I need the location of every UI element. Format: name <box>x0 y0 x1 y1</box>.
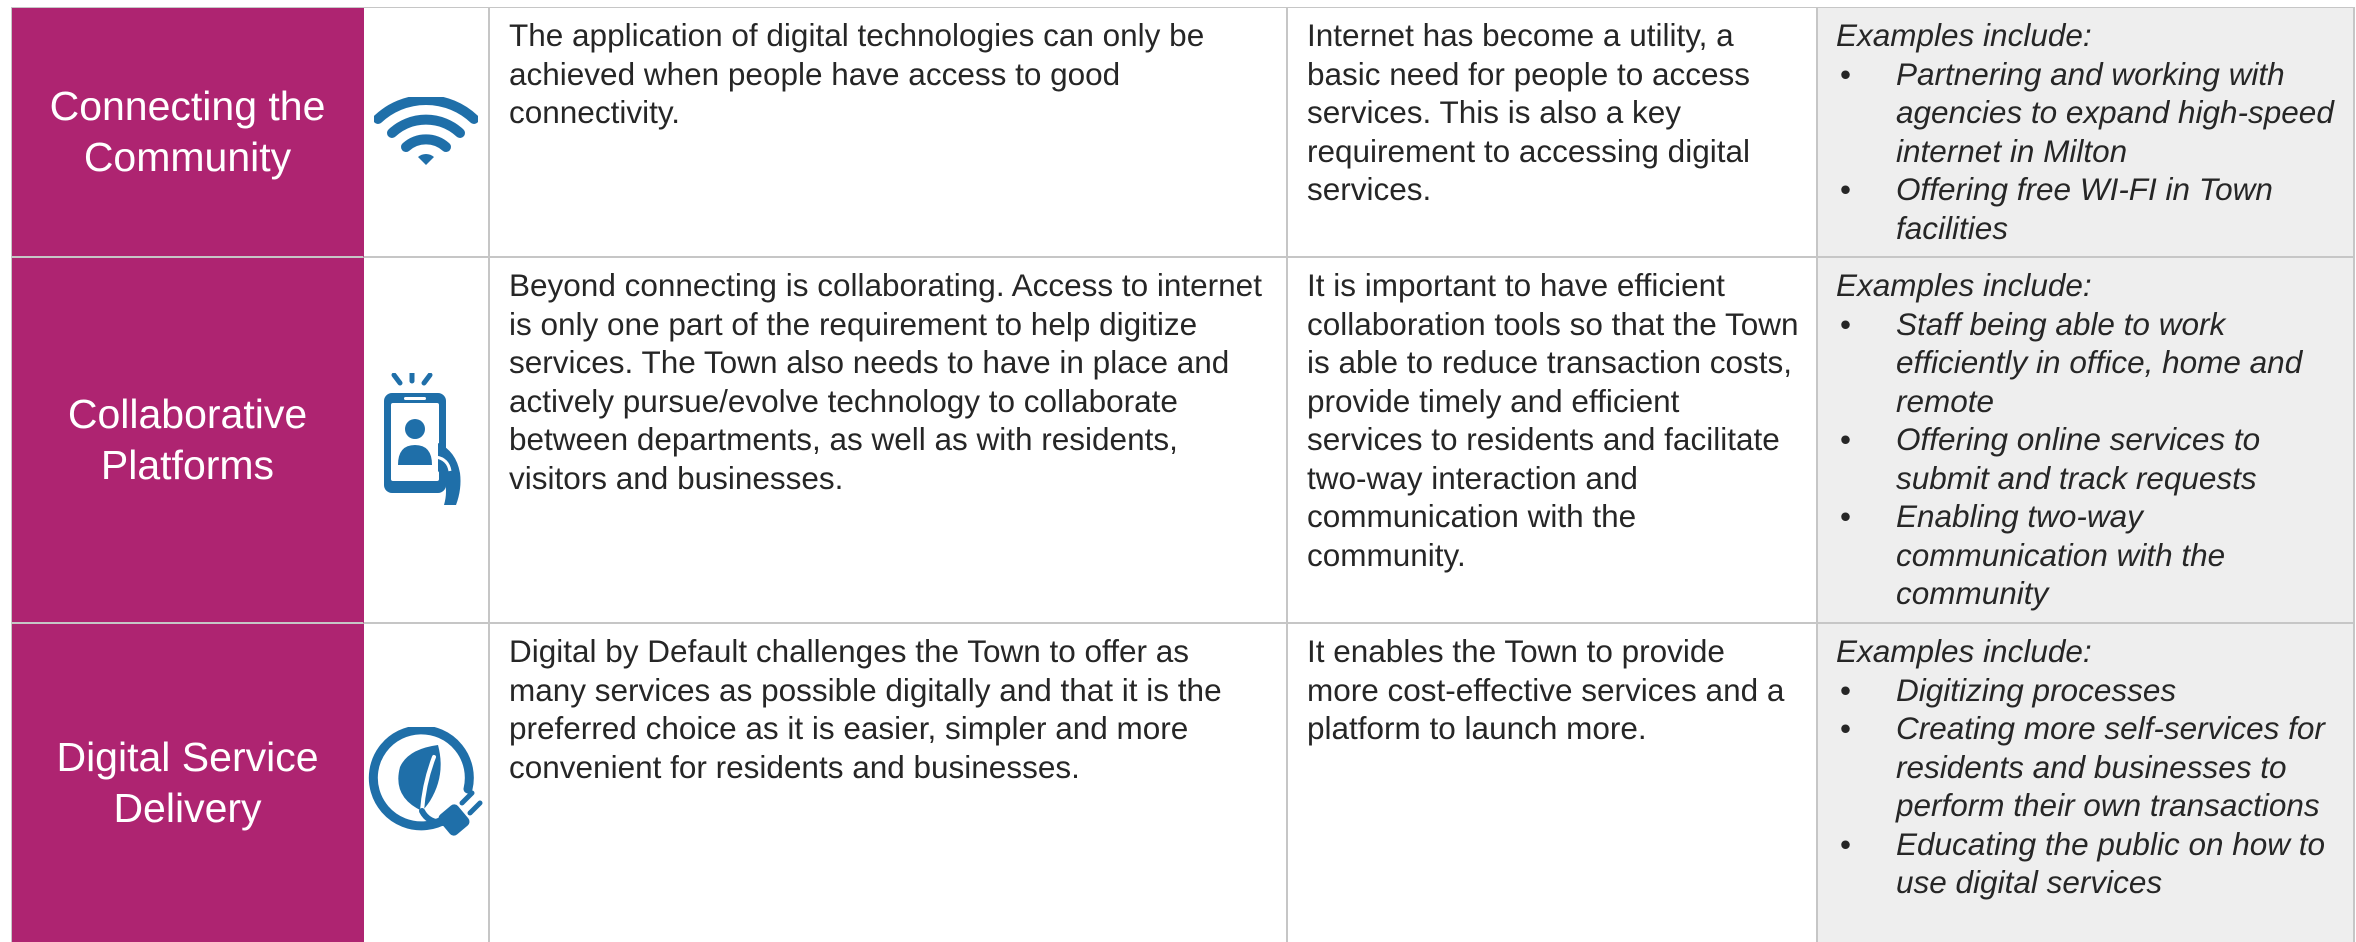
list-item: Enabling two-way communication with the … <box>1836 497 2335 613</box>
examples-digital-service-delivery: Examples include: Digitizing processes C… <box>1818 624 2355 942</box>
examples-heading: Examples include: <box>1836 267 2092 303</box>
list-item: Digitizing processes <box>1836 671 2335 710</box>
examples-list: Partnering and working with agencies to … <box>1836 55 2335 248</box>
list-item: Staff being able to work efficiently in … <box>1836 305 2335 421</box>
description-digital-service-delivery: Digital by Default challenges the Town t… <box>490 624 1288 942</box>
rationale-digital-service-delivery: It enables the Town to provide more cost… <box>1288 624 1818 942</box>
rationale-collaborative-platforms: It is important to have efficient collab… <box>1288 258 1818 624</box>
examples-list: Digitizing processes Creating more self-… <box>1836 671 2335 902</box>
list-item: Offering online services to submit and t… <box>1836 420 2335 497</box>
leaf-plug-icon <box>368 727 483 836</box>
list-item: Offering free WI-FI in Town facilities <box>1836 170 2335 247</box>
wifi-icon-cell <box>364 8 490 258</box>
examples-heading: Examples include: <box>1836 633 2092 669</box>
examples-collaborative-platforms: Examples include: Staff being able to wo… <box>1818 258 2355 624</box>
rationale-connecting-community: Internet has become a utility, a basic n… <box>1288 8 1818 258</box>
row-title-collaborative-platforms: Collaborative Platforms <box>12 258 364 624</box>
examples-connecting-community: Examples include: Partnering and working… <box>1818 8 2355 258</box>
wifi-icon <box>374 97 478 165</box>
list-item: Partnering and working with agencies to … <box>1836 55 2335 171</box>
examples-list: Staff being able to work efficiently in … <box>1836 305 2335 613</box>
row-title-digital-service-delivery: Digital Service Delivery <box>12 624 364 942</box>
description-collaborative-platforms: Beyond connecting is collaborating. Acce… <box>490 258 1288 624</box>
row-title-connecting-community: Connecting the Community <box>12 8 364 258</box>
list-item: Educating the public on how to use digit… <box>1836 825 2335 902</box>
digital-strategy-table: Connecting the Community The application… <box>11 7 2355 942</box>
leaf-plug-icon-cell <box>364 624 490 942</box>
list-item: Creating more self-services for resident… <box>1836 709 2335 825</box>
description-connecting-community: The application of digital technologies … <box>490 8 1288 258</box>
smartphone-user-icon <box>384 373 461 505</box>
smartphone-icon-cell <box>364 258 490 624</box>
examples-heading: Examples include: <box>1836 17 2092 53</box>
